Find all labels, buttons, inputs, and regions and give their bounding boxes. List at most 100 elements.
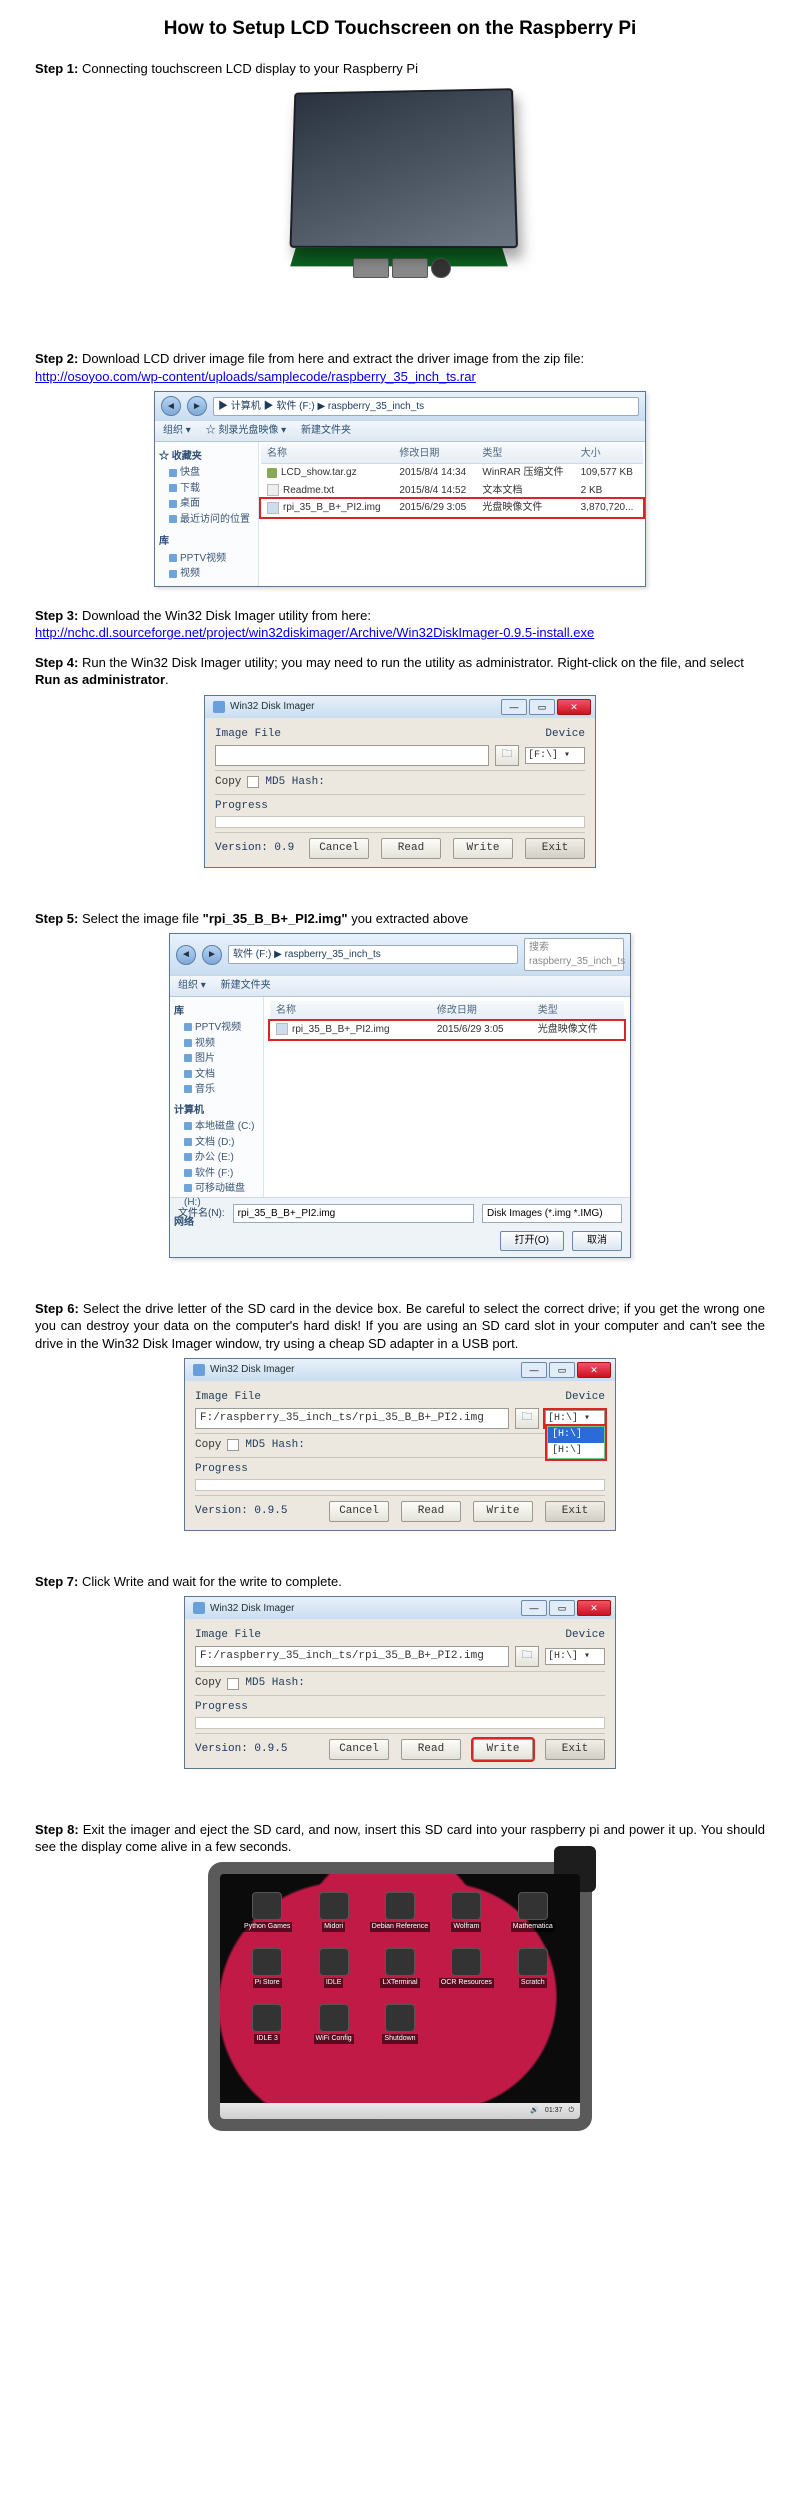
device-dropdown[interactable]: [H:\] [H:\] (547, 1426, 605, 1459)
tb-burn[interactable]: ☆ 刻录光盘映像 ▾ (206, 425, 287, 436)
read-button[interactable]: Read (401, 1739, 461, 1760)
desktop-icon-sh[interactable]: Shutdown (369, 1998, 431, 2050)
md5-checkbox[interactable] (247, 776, 259, 788)
write-button[interactable]: Write (453, 838, 513, 859)
max-icon[interactable]: ▭ (529, 699, 555, 715)
cancel-button[interactable]: Cancel (329, 1739, 389, 1760)
desktop-icon-db[interactable]: Debian Reference (369, 1886, 431, 1938)
step-3-link[interactable]: http://nchc.dl.sourceforge.net/project/w… (35, 625, 594, 640)
sb-item[interactable]: 快盘 (159, 465, 254, 481)
sb-item[interactable]: 图片 (174, 1051, 259, 1067)
device-select[interactable]: [H:\] ▾ (545, 1410, 605, 1428)
sb-item[interactable]: PPTV视频 (174, 1020, 259, 1036)
open-button[interactable]: 打开(O) (500, 1231, 564, 1251)
exit-button[interactable]: Exit (545, 1739, 605, 1760)
col-size[interactable]: 大小 (575, 444, 643, 464)
write-button-highlighted[interactable]: Write (473, 1739, 533, 1760)
browse-icon[interactable]: 🗀 (495, 745, 519, 766)
desktop-icon-tx[interactable]: LXTerminal (369, 1942, 431, 1994)
desktop-icon-st[interactable]: Pi Store (236, 1942, 298, 1994)
col-date[interactable]: 修改日期 (431, 1001, 532, 1021)
col-date[interactable]: 修改日期 (393, 444, 476, 464)
tb-organize[interactable]: 组织 ▾ (163, 425, 191, 436)
write-button[interactable]: Write (473, 1501, 533, 1522)
min-icon[interactable]: — (521, 1600, 547, 1616)
copy-btn[interactable]: Copy (195, 1438, 221, 1453)
browse-icon[interactable]: 🗀 (515, 1408, 539, 1429)
sb-item[interactable]: 文档 (174, 1067, 259, 1083)
sb-lib[interactable]: 库 (159, 535, 254, 549)
sb-item[interactable]: 最近访问的位置 (159, 512, 254, 528)
min-icon[interactable]: — (521, 1362, 547, 1378)
fwd-icon[interactable]: ► (202, 945, 222, 965)
back-icon[interactable]: ◄ (176, 945, 196, 965)
sb-item[interactable]: 软件 (F:) (174, 1166, 259, 1182)
sb-item[interactable]: 本地磁盘 (C:) (174, 1119, 259, 1135)
sb-item[interactable]: 办公 (E:) (174, 1150, 259, 1166)
col-type[interactable]: 类型 (476, 444, 574, 464)
max-icon[interactable]: ▭ (549, 1362, 575, 1378)
file-row[interactable]: LCD_show.tar.gz 2015/8/4 14:34WinRAR 压缩文… (261, 464, 643, 482)
file-row-highlighted[interactable]: rpi_35_B_B+_PI2.img 2015/6/29 3:05光盘映像文件 (270, 1021, 624, 1039)
col-name[interactable]: 名称 (270, 1001, 431, 1021)
desktop-icon-wc[interactable]: WiFi Config (302, 1998, 364, 2050)
sb-item[interactable]: 视频 (174, 1036, 259, 1052)
filename-input[interactable]: rpi_35_B_B+_PI2.img (233, 1204, 474, 1224)
cancel-button[interactable]: Cancel (329, 1501, 389, 1522)
sb-pc[interactable]: 计算机 (174, 1104, 259, 1118)
sb-item[interactable]: PPTV视频 (159, 551, 254, 567)
fwd-icon[interactable]: ► (187, 396, 207, 416)
col-type[interactable]: 类型 (532, 1001, 624, 1021)
image-file-input[interactable]: F:/raspberry_35_inch_ts/rpi_35_B_B+_PI2.… (195, 1408, 509, 1429)
desktop-icon-oc[interactable]: OCR Resources (435, 1942, 497, 1994)
search-input[interactable]: 搜索 raspberry_35_inch_ts (524, 938, 624, 971)
tb-organize[interactable]: 组织 ▾ (178, 980, 206, 991)
sb-item[interactable]: 桌面 (159, 496, 254, 512)
desktop-icon-md[interactable]: Midori (302, 1886, 364, 1938)
close-icon[interactable]: ✕ (577, 1362, 611, 1378)
device-option[interactable]: [H:\] (548, 1443, 604, 1459)
device-select[interactable]: [F:\] ▾ (525, 747, 585, 765)
min-icon[interactable]: — (501, 699, 527, 715)
browse-icon[interactable]: 🗀 (515, 1646, 539, 1667)
md5-checkbox[interactable] (227, 1678, 239, 1690)
close-icon[interactable]: ✕ (577, 1600, 611, 1616)
desktop-icon-sc[interactable]: Scratch (502, 1942, 564, 1994)
file-row[interactable]: Readme.txt 2015/8/4 14:52文本文档2 KB (261, 482, 643, 500)
device-option[interactable]: [H:\] (548, 1427, 604, 1443)
copy-btn[interactable]: Copy (195, 1676, 221, 1691)
tb-newfolder[interactable]: 新建文件夹 (301, 425, 351, 436)
sb-item[interactable]: 下载 (159, 481, 254, 497)
path-box[interactable]: ▶ 计算机 ▶ 软件 (F:) ▶ raspberry_35_inch_ts (213, 397, 639, 417)
image-file-input[interactable] (215, 745, 489, 766)
image-file-input[interactable]: F:/raspberry_35_inch_ts/rpi_35_B_B+_PI2.… (195, 1646, 509, 1667)
copy-btn[interactable]: Copy (215, 775, 241, 790)
desktop-icon-id[interactable]: IDLE 3 (236, 1998, 298, 2050)
filter-select[interactable]: Disk Images (*.img *.IMG) (482, 1204, 622, 1224)
md5-checkbox[interactable] (227, 1439, 239, 1451)
read-button[interactable]: Read (381, 838, 441, 859)
desktop-icon-py[interactable]: Python Games (236, 1886, 298, 1938)
sb-item[interactable]: 音乐 (174, 1082, 259, 1098)
max-icon[interactable]: ▭ (549, 1600, 575, 1616)
file-row-highlighted[interactable]: rpi_35_B_B+_PI2.img 2015/6/29 3:05光盘映像文件… (261, 499, 643, 517)
step-2-link[interactable]: http://osoyoo.com/wp-content/uploads/sam… (35, 369, 476, 384)
cancel-button[interactable]: 取消 (572, 1231, 622, 1251)
col-name[interactable]: 名称 (261, 444, 393, 464)
exit-button[interactable]: Exit (525, 838, 585, 859)
path-box[interactable]: 软件 (F:) ▶ raspberry_35_inch_ts (228, 945, 518, 965)
sb-item[interactable]: 视频 (159, 566, 254, 582)
sb-fav[interactable]: ☆ 收藏夹 (159, 450, 254, 464)
desktop-icon-mt[interactable]: Mathematica (502, 1886, 564, 1938)
read-button[interactable]: Read (401, 1501, 461, 1522)
desktop-icon-wf[interactable]: Wolfram (435, 1886, 497, 1938)
device-select[interactable]: [H:\] ▾ (545, 1648, 605, 1666)
sb-item[interactable]: 文档 (D:) (174, 1135, 259, 1151)
close-icon[interactable]: ✕ (557, 699, 591, 715)
exit-button[interactable]: Exit (545, 1501, 605, 1522)
back-icon[interactable]: ◄ (161, 396, 181, 416)
sb-lib[interactable]: 库 (174, 1005, 259, 1019)
desktop-icon-id[interactable]: IDLE (302, 1942, 364, 1994)
cancel-button[interactable]: Cancel (309, 838, 369, 859)
tb-newfolder[interactable]: 新建文件夹 (221, 980, 271, 991)
